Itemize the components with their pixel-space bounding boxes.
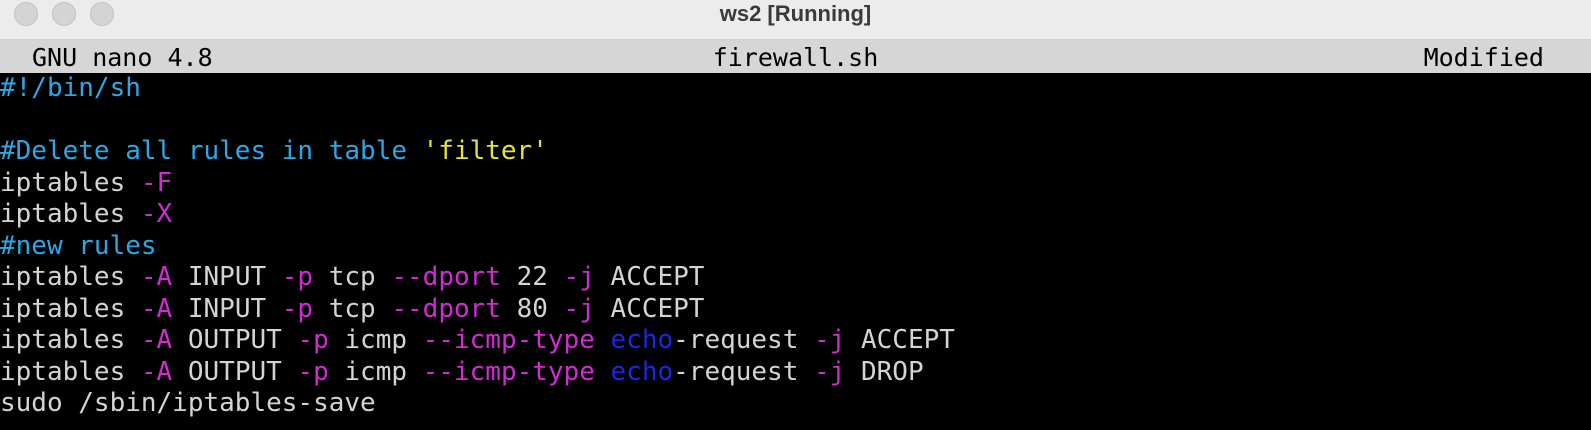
code-token-flag: -j xyxy=(563,293,595,324)
code-token-text: iptables xyxy=(0,293,141,324)
code-token-flag: --dport xyxy=(391,262,501,292)
code-token-flag: -X xyxy=(140,199,173,229)
code-token-keyword: echo xyxy=(610,325,674,355)
code-token-flag: -A xyxy=(140,262,173,292)
code-token-flag: -j xyxy=(563,262,595,292)
code-token-text: tcp xyxy=(313,262,392,292)
code-token-text: icmp xyxy=(328,356,423,387)
code-line[interactable]: iptables -A INPUT -p tcp --dport 80 -j A… xyxy=(0,294,1591,326)
code-token-text: ACCEPT xyxy=(594,293,705,324)
code-token-text: iptables xyxy=(0,199,141,229)
code-token-flag: -p xyxy=(297,356,329,387)
code-token-comment: #Delete all rules in table xyxy=(0,136,423,166)
code-line[interactable]: iptables -X xyxy=(0,199,1591,231)
window-title: ws2 [Running] xyxy=(719,1,872,26)
code-token-text: DROP xyxy=(845,356,924,387)
code-token-flag: --icmp-type xyxy=(422,356,595,387)
code-line[interactable]: #!/bin/sh xyxy=(0,73,1591,105)
nano-header-bar: GNU nano 4.8 firewall.sh Modified xyxy=(0,40,1591,73)
code-token-text: -request xyxy=(673,356,815,387)
code-token-text: 80 xyxy=(500,293,564,324)
code-token-flag: -A xyxy=(140,356,173,387)
code-token-flag: --icmp-type xyxy=(422,325,595,355)
code-token-text: iptables xyxy=(0,262,141,292)
code-token-text: iptables xyxy=(0,356,141,387)
code-line[interactable]: #new rules xyxy=(0,231,1591,263)
code-token-flag: --dport xyxy=(391,293,501,324)
modified-status: Modified xyxy=(1423,43,1544,72)
code-line[interactable]: iptables -A OUTPUT -p icmp --icmp-type e… xyxy=(0,325,1591,357)
code-line[interactable]: iptables -F xyxy=(0,168,1591,200)
code-line[interactable]: iptables -A OUTPUT -p icmp --icmp-type e… xyxy=(0,357,1591,389)
code-token-text: icmp xyxy=(328,325,423,355)
code-token-text: ACCEPT xyxy=(845,325,955,355)
code-token-flag: -F xyxy=(140,167,173,198)
code-token-text: OUTPUT xyxy=(172,356,298,387)
code-token-flag: -j xyxy=(814,325,846,355)
code-token-text: iptables xyxy=(0,167,141,198)
code-line[interactable]: sudo /sbin/iptables-save xyxy=(0,388,1591,420)
code-token-flag: -A xyxy=(140,293,173,324)
code-token-text: INPUT xyxy=(172,293,282,324)
code-token-text: 22 xyxy=(500,262,564,292)
code-line[interactable]: iptables -A INPUT -p tcp --dport 22 -j A… xyxy=(0,262,1591,294)
editor-buffer[interactable]: #!/bin/sh #Delete all rules in table 'fil… xyxy=(0,73,1591,420)
code-line[interactable]: #Delete all rules in table 'filter' xyxy=(0,136,1591,168)
code-token-comment: #new rules xyxy=(0,230,157,261)
code-token-flag: -p xyxy=(281,293,314,324)
code-token-text: OUTPUT xyxy=(172,325,298,355)
code-token-flag: -j xyxy=(814,356,846,387)
code-line[interactable] xyxy=(0,105,1591,137)
code-token-flag: -A xyxy=(140,325,173,355)
code-token-text: ACCEPT xyxy=(594,262,705,292)
code-token-flag: -p xyxy=(297,325,329,355)
code-token-text: sudo /sbin/iptables-save xyxy=(0,388,376,418)
code-token-string: 'filter' xyxy=(422,136,548,166)
code-token-text: -request xyxy=(673,325,815,355)
code-token-flag: -p xyxy=(281,262,314,292)
code-token-comment: #!/bin/sh xyxy=(0,73,141,103)
code-token-keyword: echo xyxy=(610,356,674,387)
code-token-text: iptables xyxy=(0,325,141,355)
code-token-text: INPUT xyxy=(172,262,282,292)
code-token-text: tcp xyxy=(313,293,392,324)
file-name: firewall.sh xyxy=(712,43,879,72)
window-titlebar: ws2 [Running] xyxy=(0,0,1591,40)
